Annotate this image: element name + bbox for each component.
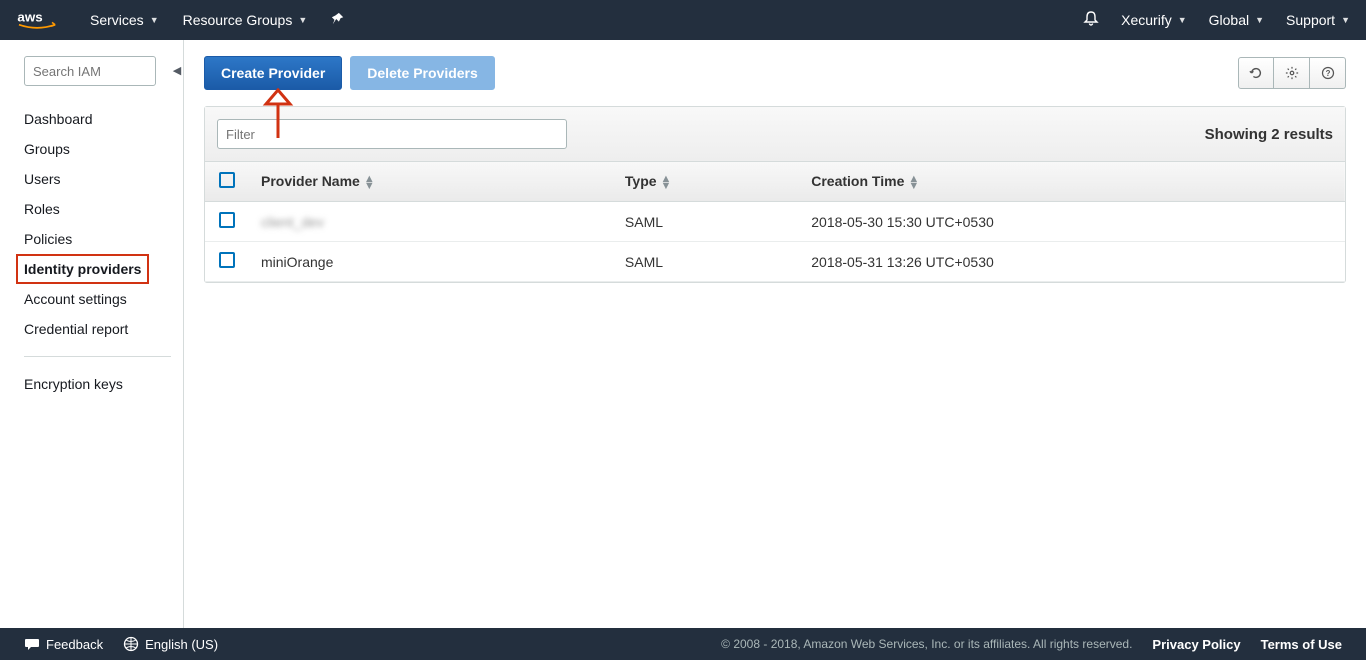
- nav-region-label: Global: [1209, 12, 1249, 28]
- footer: Feedback English (US) © 2008 - 2018, Ama…: [0, 628, 1366, 660]
- table-header-row: Provider Name▲▼ Type▲▼ Creation Time▲▼: [205, 162, 1345, 202]
- sidebar-collapse-icon[interactable]: ◀: [170, 60, 184, 80]
- sidebar-item-account-settings[interactable]: Account settings: [24, 284, 171, 314]
- column-provider-name[interactable]: Provider Name▲▼: [249, 162, 613, 202]
- language-label: English (US): [145, 637, 218, 652]
- sidebar-item-groups[interactable]: Groups: [24, 134, 171, 164]
- provider-time-cell: 2018-05-30 15:30 UTC+0530: [799, 202, 1345, 242]
- toolbar: Create Provider Delete Providers ?: [204, 56, 1346, 90]
- results-count: Showing 2 results: [1205, 126, 1333, 143]
- chevron-down-icon: ▼: [1341, 15, 1350, 25]
- aws-logo[interactable]: aws: [16, 9, 66, 31]
- delete-providers-button[interactable]: Delete Providers: [350, 56, 495, 90]
- pin-icon[interactable]: [331, 12, 345, 29]
- sidebar-item-encryption-keys[interactable]: Encryption keys: [24, 369, 171, 399]
- provider-name-cell: client_dev: [261, 214, 324, 230]
- filter-input[interactable]: [217, 119, 567, 149]
- main-layout: ◀ Dashboard Groups Users Roles Policies …: [0, 40, 1366, 628]
- create-provider-button[interactable]: Create Provider: [204, 56, 342, 90]
- select-all-checkbox[interactable]: [219, 172, 235, 188]
- language-selector[interactable]: English (US): [123, 636, 218, 652]
- chevron-down-icon: ▼: [150, 15, 159, 25]
- sidebar-nav: Dashboard Groups Users Roles Policies Id…: [24, 104, 171, 344]
- table-row[interactable]: miniOrange SAML 2018-05-31 13:26 UTC+053…: [205, 242, 1345, 282]
- nav-services[interactable]: Services ▼: [90, 12, 159, 28]
- provider-type-cell: SAML: [613, 202, 799, 242]
- sidebar: ◀ Dashboard Groups Users Roles Policies …: [0, 40, 184, 628]
- terms-link[interactable]: Terms of Use: [1261, 637, 1342, 652]
- sidebar-item-dashboard[interactable]: Dashboard: [24, 104, 171, 134]
- sidebar-item-identity-providers[interactable]: Identity providers: [16, 254, 149, 284]
- nav-services-label: Services: [90, 12, 144, 28]
- sidebar-item-policies[interactable]: Policies: [24, 224, 171, 254]
- nav-account-label: Xecurify: [1121, 12, 1172, 28]
- provider-time-cell: 2018-05-31 13:26 UTC+0530: [799, 242, 1345, 282]
- content-area: Create Provider Delete Providers ? S: [184, 40, 1366, 628]
- sort-icon: ▲▼: [908, 176, 919, 190]
- nav-resource-groups[interactable]: Resource Groups ▼: [183, 12, 308, 28]
- feedback-label: Feedback: [46, 637, 103, 652]
- sidebar-divider: [24, 356, 171, 357]
- table-row[interactable]: client_dev SAML 2018-05-30 15:30 UTC+053…: [205, 202, 1345, 242]
- sort-icon: ▲▼: [661, 176, 672, 190]
- row-checkbox[interactable]: [219, 252, 235, 268]
- sidebar-nav-secondary: Encryption keys: [24, 369, 171, 399]
- top-nav: aws Services ▼ Resource Groups ▼ Xecurif…: [0, 0, 1366, 40]
- provider-name-cell: miniOrange: [249, 242, 613, 282]
- sidebar-item-credential-report[interactable]: Credential report: [24, 314, 171, 344]
- nav-support-label: Support: [1286, 12, 1335, 28]
- column-type[interactable]: Type▲▼: [613, 162, 799, 202]
- chevron-down-icon: ▼: [1178, 15, 1187, 25]
- nav-account[interactable]: Xecurify ▼: [1121, 12, 1187, 28]
- privacy-policy-link[interactable]: Privacy Policy: [1152, 637, 1240, 652]
- help-icon[interactable]: ?: [1310, 57, 1346, 89]
- providers-table: Showing 2 results Provider Name▲▼ Type▲▼…: [204, 106, 1346, 283]
- table-filter-bar: Showing 2 results: [205, 107, 1345, 162]
- nav-region[interactable]: Global ▼: [1209, 12, 1264, 28]
- copyright-text: © 2008 - 2018, Amazon Web Services, Inc.…: [721, 637, 1132, 651]
- search-input[interactable]: [24, 56, 156, 86]
- feedback-link[interactable]: Feedback: [24, 636, 103, 652]
- svg-text:?: ?: [1325, 69, 1330, 78]
- column-creation-time[interactable]: Creation Time▲▼: [799, 162, 1345, 202]
- chevron-down-icon: ▼: [1255, 15, 1264, 25]
- chevron-down-icon: ▼: [298, 15, 307, 25]
- settings-icon[interactable]: [1274, 57, 1310, 89]
- refresh-icon[interactable]: [1238, 57, 1274, 89]
- sidebar-item-users[interactable]: Users: [24, 164, 171, 194]
- nav-resource-groups-label: Resource Groups: [183, 12, 293, 28]
- sort-icon: ▲▼: [364, 176, 375, 190]
- sidebar-item-roles[interactable]: Roles: [24, 194, 171, 224]
- svg-text:aws: aws: [17, 10, 42, 25]
- notifications-icon[interactable]: [1083, 10, 1099, 31]
- provider-type-cell: SAML: [613, 242, 799, 282]
- row-checkbox[interactable]: [219, 212, 235, 228]
- nav-support[interactable]: Support ▼: [1286, 12, 1350, 28]
